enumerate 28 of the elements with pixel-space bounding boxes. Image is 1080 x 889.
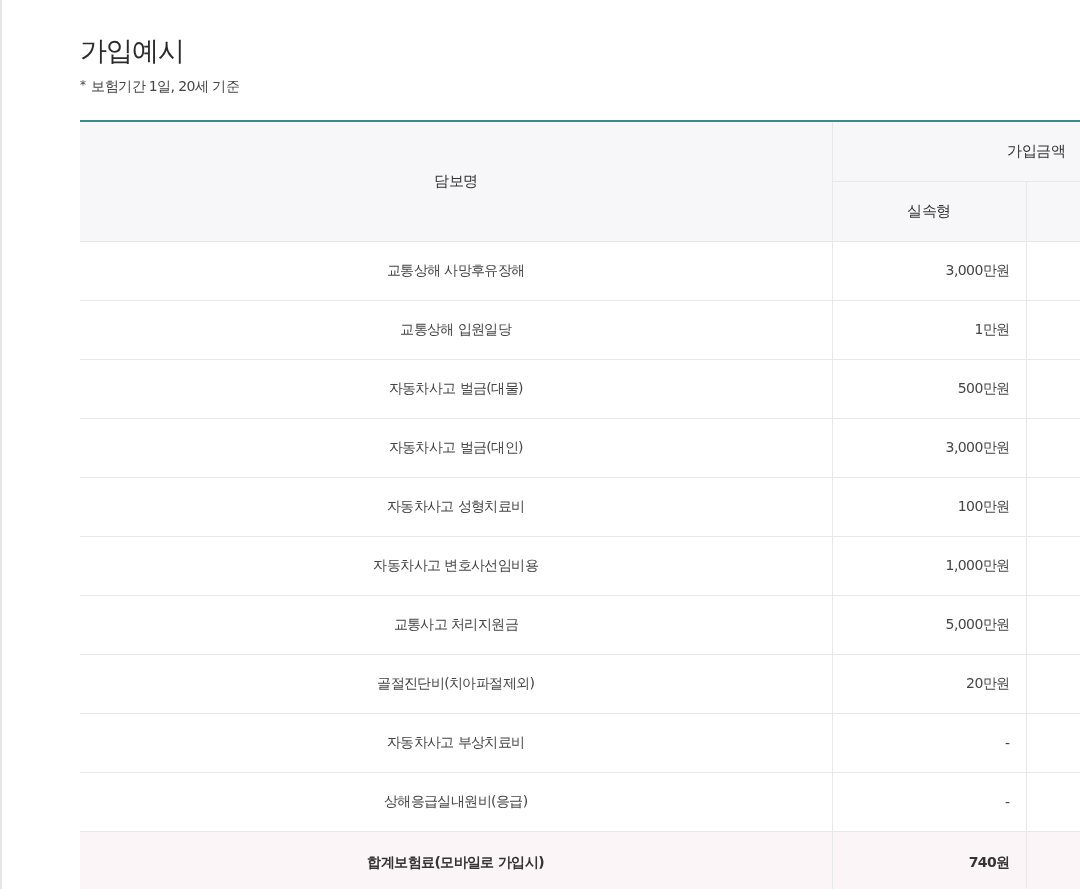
table-cell: 자동차사고 변호사선임비용 bbox=[80, 536, 832, 596]
column-header: 가입금액 bbox=[832, 121, 1080, 182]
table-cell: - bbox=[832, 713, 1026, 773]
section-title: 가입예시 bbox=[80, 34, 185, 68]
table-cell: 20만원 bbox=[832, 654, 1026, 714]
table-cell: 자동차사고 벌금(대인) bbox=[80, 418, 832, 478]
column-header: 담보명 bbox=[80, 121, 832, 242]
table-cell: 교통상해 사망후유장해 bbox=[80, 241, 832, 301]
table-cell: 합계보험료(모바일로 가입시) bbox=[80, 831, 832, 889]
table-cell: 1만원 bbox=[832, 300, 1026, 360]
table-cell: 자동차사고 벌금(대물) bbox=[80, 359, 832, 419]
table-cell: - bbox=[832, 772, 1026, 832]
table-cell: 3,000만원 bbox=[832, 418, 1026, 478]
table-cell: 골절진단비(치아파절제외) bbox=[80, 654, 832, 714]
table-cell: 교통상해 입원일당 bbox=[80, 300, 832, 360]
table-cell: 740원 bbox=[832, 831, 1026, 889]
table-cell: 500만원 bbox=[832, 359, 1026, 419]
column-header: 실속형 bbox=[832, 181, 1026, 242]
table-cell: 1,000만원 bbox=[832, 536, 1026, 596]
table-cell: 상해응급실내원비(응급) bbox=[80, 772, 832, 832]
table-cell: 자동차사고 성형치료비 bbox=[80, 477, 832, 537]
table-cell: 자동차사고 부상치료비 bbox=[80, 713, 832, 773]
table-cell: 3,000만원 bbox=[832, 241, 1026, 301]
note-text: 보험기간 1일, 20세 기준 bbox=[91, 78, 239, 96]
table-cell: 교통사고 처리지원금 bbox=[80, 595, 832, 655]
table-cell: 5,000만원 bbox=[832, 595, 1026, 655]
asterisk-mark: * bbox=[80, 78, 86, 94]
table-cell: 100만원 bbox=[832, 477, 1026, 537]
